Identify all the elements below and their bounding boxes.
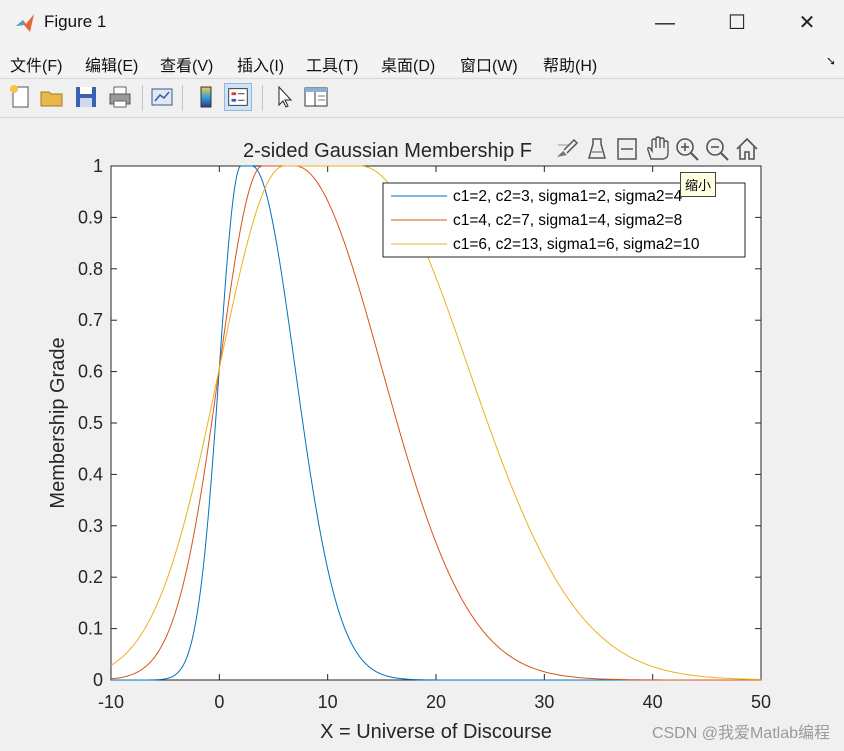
data-tips-icon[interactable] bbox=[583, 135, 611, 163]
chart-title: 2-sided Gaussian Membership F bbox=[243, 140, 532, 162]
y-tick-label: 0.2 bbox=[78, 567, 103, 587]
menu-bar: 文件(F) 编辑(E) 查看(V) 插入(I) 工具(T) 桌面(D) 窗口(W… bbox=[0, 46, 844, 76]
x-tick-label: 0 bbox=[214, 692, 224, 712]
x-tick-label: 10 bbox=[318, 692, 338, 712]
y-tick-label: 0.9 bbox=[78, 207, 103, 227]
property-inspector-icon[interactable] bbox=[302, 83, 330, 111]
x-tick-label: 40 bbox=[643, 692, 663, 712]
pan-icon[interactable] bbox=[643, 135, 671, 163]
x-tick-label: -10 bbox=[98, 692, 124, 712]
plot-area: -10 0 10 20 30 40 5000.10.20.30.40.50.60.70.80… bbox=[47, 140, 771, 743]
menu-file[interactable]: 文件(F) bbox=[10, 52, 62, 76]
legend-entry: c1=6, c2=13, sigma1=6, sigma2=10 bbox=[453, 236, 700, 253]
y-axis-label: Membership Grade bbox=[47, 337, 69, 508]
restore-view-icon[interactable] bbox=[613, 135, 641, 163]
x-tick-label: 20 bbox=[426, 692, 446, 712]
zoom-out-tooltip: 缩小 bbox=[680, 172, 717, 197]
new-figure-icon[interactable] bbox=[6, 83, 34, 111]
save-icon[interactable] bbox=[72, 83, 100, 111]
y-tick-label: 0 bbox=[93, 670, 103, 690]
y-tick-label: 0.4 bbox=[78, 464, 103, 484]
y-tick-label: 0.1 bbox=[78, 619, 103, 639]
y-tick-label: 0.8 bbox=[78, 259, 103, 279]
matlab-logo-icon bbox=[16, 14, 34, 32]
menu-tools[interactable]: 工具(T) bbox=[306, 52, 358, 76]
legend-entry: c1=2, c2=3, sigma1=2, sigma2=4 bbox=[453, 188, 683, 205]
colorbar-icon[interactable] bbox=[192, 83, 220, 111]
menu-help[interactable]: 帮助(H) bbox=[543, 52, 597, 76]
legend-entry: c1=4, c2=7, sigma1=4, sigma2=8 bbox=[453, 212, 682, 229]
link-plot-icon[interactable] bbox=[148, 83, 176, 111]
brush-icon[interactable] bbox=[552, 135, 580, 163]
home-icon[interactable] bbox=[733, 135, 761, 163]
menu-window[interactable]: 窗口(W) bbox=[460, 52, 518, 76]
menu-view[interactable]: 查看(V) bbox=[160, 52, 213, 76]
title-bar: Figure 1 — ☐ ✕ bbox=[0, 0, 844, 46]
figure-toolbar bbox=[0, 78, 844, 118]
watermark: CSDN @我爱Matlab编程 bbox=[651, 725, 830, 742]
y-tick-label: 1 bbox=[93, 156, 103, 176]
zoom-out-icon[interactable] bbox=[703, 135, 731, 163]
print-icon[interactable] bbox=[106, 83, 134, 111]
y-tick-label: 0.5 bbox=[78, 413, 103, 433]
axes-toolbar bbox=[550, 135, 762, 165]
pointer-icon[interactable] bbox=[270, 83, 298, 111]
open-file-icon[interactable] bbox=[38, 83, 66, 111]
y-tick-label: 0.7 bbox=[78, 310, 103, 330]
maximize-button[interactable]: ☐ bbox=[714, 8, 760, 38]
close-button[interactable]: ✕ bbox=[784, 8, 830, 38]
x-tick-label: 30 bbox=[534, 692, 554, 712]
menu-desktop[interactable]: 桌面(D) bbox=[381, 52, 435, 76]
menu-insert[interactable]: 插入(I) bbox=[237, 52, 284, 76]
menu-edit[interactable]: 编辑(E) bbox=[85, 52, 138, 76]
dock-figure-icon[interactable]: ➘ bbox=[826, 54, 836, 68]
x-axis-label: X = Universe of Discourse bbox=[320, 721, 552, 743]
window-title: Figure 1 bbox=[44, 12, 107, 31]
y-tick-label: 0.3 bbox=[78, 516, 103, 536]
legend-icon[interactable] bbox=[224, 83, 252, 111]
x-tick-label: 50 bbox=[751, 692, 771, 712]
zoom-in-icon[interactable] bbox=[673, 135, 701, 163]
minimize-button[interactable]: — bbox=[642, 8, 688, 38]
y-tick-label: 0.6 bbox=[78, 362, 103, 382]
